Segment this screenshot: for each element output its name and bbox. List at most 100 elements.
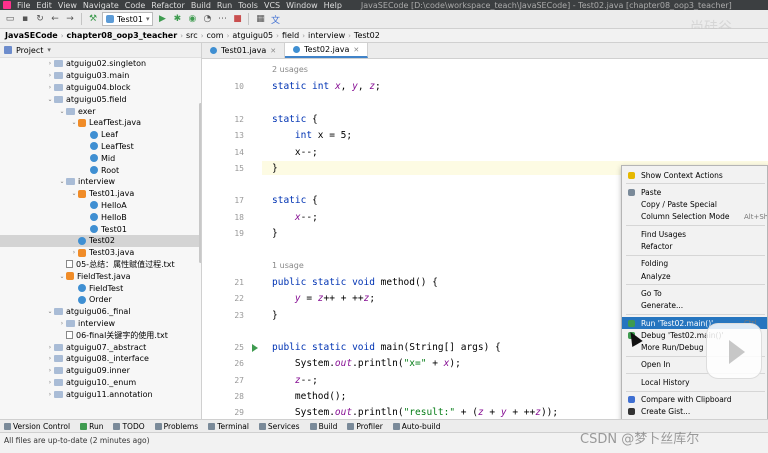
video-play-button[interactable] xyxy=(706,323,762,379)
tree-item[interactable]: LeafTest xyxy=(0,141,201,153)
close-icon[interactable]: ✕ xyxy=(270,47,276,55)
coverage-icon[interactable]: ◉ xyxy=(186,13,198,25)
code-line[interactable]: System.out.println("x=" + x); xyxy=(272,358,461,369)
tool-auto-build[interactable]: Auto-build xyxy=(392,422,441,431)
tree-item[interactable]: HelloA xyxy=(0,200,201,212)
chevron-down-icon[interactable]: ⌄ xyxy=(46,96,54,103)
tree-item[interactable]: ⌄ atguigu06._final xyxy=(0,306,201,318)
tree-item[interactable]: › atguigu08._interface xyxy=(0,353,201,365)
menu-file[interactable]: File xyxy=(14,1,33,10)
code-line[interactable]: static { xyxy=(272,195,318,206)
tree-item[interactable]: FieldTest xyxy=(0,282,201,294)
back-icon[interactable]: ← xyxy=(49,13,61,25)
chevron-right-icon[interactable]: › xyxy=(46,60,54,67)
tab-test02[interactable]: Test02.java ✕ xyxy=(285,43,369,58)
tree-item[interactable]: Root xyxy=(0,164,201,176)
chevron-right-icon[interactable]: › xyxy=(70,249,78,256)
tool-version-control[interactable]: Version Control xyxy=(4,422,70,431)
stop-icon[interactable]: ■ xyxy=(231,13,243,25)
context-menu-item[interactable]: Generate... xyxy=(622,300,767,312)
chevron-right-icon[interactable]: › xyxy=(46,379,54,386)
breadcrumb-item[interactable]: JavaSECode xyxy=(2,31,61,40)
menu-edit[interactable]: Edit xyxy=(33,1,55,10)
usages-hint[interactable]: 2 usages xyxy=(272,65,308,74)
code-line[interactable]: } xyxy=(272,163,278,174)
tree-item[interactable]: ⌄ Test01.java xyxy=(0,188,201,200)
run-icon[interactable]: ▶ xyxy=(156,13,168,25)
tree-item[interactable]: ⌄ LeafTest.java xyxy=(0,117,201,129)
tree-item[interactable]: Leaf xyxy=(0,129,201,141)
tool-services[interactable]: Services xyxy=(258,422,300,431)
context-menu-item[interactable]: Create Gist... xyxy=(622,406,767,418)
menu-build[interactable]: Build xyxy=(188,1,214,10)
run-gutter-icon[interactable] xyxy=(252,344,258,353)
chevron-down-icon[interactable]: ⌄ xyxy=(58,178,66,185)
tree-item[interactable]: 05-总结：属性赋值过程.txt xyxy=(0,259,201,271)
breadcrumb-item[interactable]: atguigu05 xyxy=(229,31,276,40)
tree-item[interactable]: Order xyxy=(0,294,201,306)
context-menu-item[interactable]: Find Usages xyxy=(622,228,767,240)
chevron-right-icon[interactable]: › xyxy=(58,320,66,327)
chevron-right-icon[interactable]: › xyxy=(46,355,54,362)
chevron-right-icon[interactable]: › xyxy=(46,367,54,374)
context-menu-item[interactable]: Analyze xyxy=(622,270,767,282)
code-line[interactable]: } xyxy=(272,228,278,239)
menu-refactor[interactable]: Refactor xyxy=(148,1,188,10)
code-line[interactable]: } xyxy=(272,310,278,321)
tool-profiler[interactable]: Profiler xyxy=(347,422,383,431)
context-menu-item[interactable]: Folding xyxy=(622,258,767,270)
tree-item[interactable]: 06-final关键字的使用.txt xyxy=(0,329,201,341)
tool-build[interactable]: Build xyxy=(309,422,337,431)
chevron-right-icon[interactable]: › xyxy=(46,72,54,79)
chevron-down-icon[interactable]: ⌄ xyxy=(58,273,66,280)
breadcrumb-item[interactable]: src xyxy=(183,31,201,40)
chevron-right-icon[interactable]: › xyxy=(46,344,54,351)
chevron-right-icon[interactable]: › xyxy=(46,391,54,398)
tree-item[interactable]: › atguigu04.block xyxy=(0,82,201,94)
code-line[interactable]: static { xyxy=(272,114,318,125)
menu-window[interactable]: Window xyxy=(283,1,321,10)
debug-icon[interactable]: ✱ xyxy=(171,13,183,25)
chevron-right-icon[interactable]: › xyxy=(46,84,54,91)
close-icon[interactable]: ✕ xyxy=(353,46,359,54)
tool-problems[interactable]: Problems xyxy=(154,422,198,431)
run-config-selector[interactable]: Test01 ▾ xyxy=(102,12,154,26)
menu-vcs[interactable]: VCS xyxy=(261,1,283,10)
tree-item[interactable]: › Test03.java xyxy=(0,247,201,259)
code-line[interactable]: method(); xyxy=(272,391,346,402)
tree-item[interactable]: › interview xyxy=(0,318,201,330)
tree-item[interactable]: › atguigu03.main xyxy=(0,70,201,82)
chevron-down-icon[interactable]: ⌄ xyxy=(46,308,54,315)
breadcrumb-item[interactable]: field xyxy=(279,31,302,40)
chevron-down-icon[interactable]: ⌄ xyxy=(70,119,78,126)
menu-view[interactable]: View xyxy=(55,1,80,10)
tree-item[interactable]: ⌄ exer xyxy=(0,105,201,117)
context-menu-item[interactable]: Refactor xyxy=(622,241,767,253)
project-structure-icon[interactable]: ▦ xyxy=(254,13,266,25)
context-menu-item[interactable]: Paste xyxy=(622,186,767,198)
project-panel-header[interactable]: Project ▾ xyxy=(0,43,201,58)
tree-item[interactable]: › atguigu02.singleton xyxy=(0,58,201,70)
tool-terminal[interactable]: Terminal xyxy=(208,422,249,431)
context-menu-item[interactable]: Column Selection Mode Alt+Sh xyxy=(622,211,767,223)
chevron-down-icon[interactable]: ⌄ xyxy=(70,190,78,197)
context-menu-item[interactable]: Copy / Paste Special xyxy=(622,199,767,211)
tree-item[interactable]: HelloB xyxy=(0,211,201,223)
code-line[interactable]: x--; xyxy=(272,212,318,223)
tree-item[interactable]: Test01 xyxy=(0,223,201,235)
tree-item[interactable]: ⌄ atguigu05.field xyxy=(0,93,201,105)
tab-test01[interactable]: Test01.java ✕ xyxy=(202,43,286,58)
code-line[interactable]: x--; xyxy=(272,147,318,158)
profile-icon[interactable]: ◔ xyxy=(201,13,213,25)
open-folder-icon[interactable]: ▭ xyxy=(4,13,16,25)
tree-item[interactable]: Mid xyxy=(0,152,201,164)
code-line[interactable]: y = z++ + ++z; xyxy=(272,293,375,304)
build-hammer-icon[interactable]: ⚒ xyxy=(87,13,99,25)
menu-tools[interactable]: Tools xyxy=(235,1,261,10)
tree-item[interactable]: › atguigu11.annotation xyxy=(0,388,201,400)
tree-item[interactable]: ⌄ interview xyxy=(0,176,201,188)
breadcrumb-item[interactable]: chapter08_oop3_teacher xyxy=(64,31,181,40)
tree-item[interactable]: Test02 xyxy=(0,234,201,247)
menu-code[interactable]: Code xyxy=(122,1,148,10)
tool-run[interactable]: Run xyxy=(80,422,103,431)
